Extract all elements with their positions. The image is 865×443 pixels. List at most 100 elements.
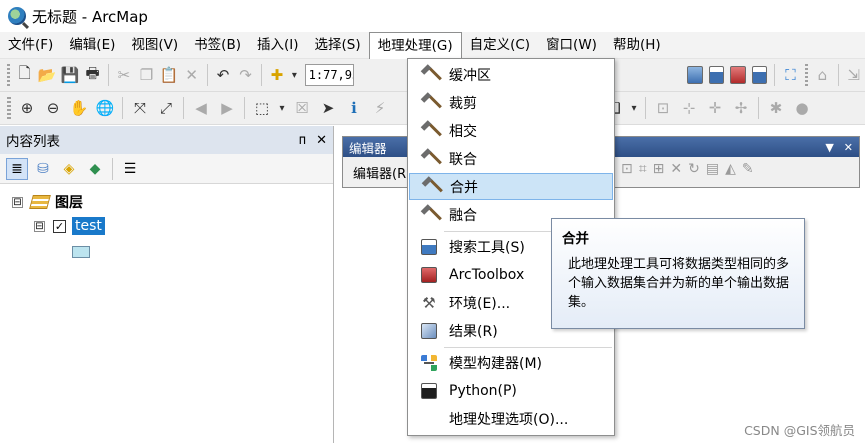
layers-root-label: 图层 <box>55 195 83 211</box>
attributes-icon[interactable]: ▤ <box>706 161 719 177</box>
toolbar-grip[interactable] <box>804 64 809 86</box>
snapping-icon[interactable]: ⊡ <box>652 97 674 119</box>
python-window-icon[interactable] <box>751 66 768 84</box>
hammer-icon <box>420 206 438 224</box>
edge-icon[interactable]: ✢ <box>730 97 752 119</box>
menu-windows[interactable]: 窗口(W) <box>538 32 605 59</box>
editor-toolbar-icon[interactable] <box>687 66 703 84</box>
collapse-icon[interactable]: ⊟ <box>34 220 45 232</box>
select-dropdown-icon[interactable]: ▾ <box>277 97 287 119</box>
menu-item-merge[interactable]: 合并 <box>409 173 613 200</box>
menu-item-python[interactable]: Python(P) <box>409 377 613 404</box>
back-extent-icon[interactable]: ◀ <box>190 97 212 119</box>
menu-file[interactable]: 文件(F) <box>0 32 61 59</box>
sphere-icon[interactable]: ● <box>791 97 813 119</box>
select-elements-arrow-icon[interactable]: ➤ <box>317 97 339 119</box>
fixed-zoom-in-icon[interactable]: ⤧ <box>129 97 151 119</box>
menu-selection[interactable]: 选择(S) <box>306 32 368 59</box>
layer-name[interactable]: test <box>72 217 105 235</box>
add-data-icon[interactable]: ✚ <box>268 64 287 86</box>
menu-item-clip[interactable]: 裁剪 <box>409 89 613 116</box>
list-by-selection-icon[interactable]: ◆ <box>84 158 106 180</box>
close-icon[interactable]: ✕ <box>844 141 853 154</box>
list-by-visibility-icon[interactable]: ◈ <box>58 158 80 180</box>
hyperlink-icon[interactable]: ⚡ <box>369 97 391 119</box>
copy-icon[interactable]: ❐ <box>137 64 156 86</box>
identify-icon[interactable]: ℹ <box>343 97 365 119</box>
georeference-icon[interactable]: ⇲ <box>845 64 864 86</box>
table-of-contents-panel: 内容列表 ᴨ ✕ ≣ ⛁ ◈ ◆ ☰ ⊟ 图层 ⊟ ✓ test <box>0 126 334 443</box>
edit-vertices-icon[interactable]: ⊡ <box>621 161 633 177</box>
menu-item-buffer[interactable]: 缓冲区 <box>409 61 613 88</box>
delete-icon[interactable]: ✕ <box>182 64 201 86</box>
close-icon[interactable]: ✕ <box>316 133 327 148</box>
hammer-icon <box>420 122 438 140</box>
menu-item-model-builder[interactable]: 模型构建器(M) <box>409 349 613 376</box>
cut-icon[interactable]: ✂ <box>115 64 134 86</box>
reshape-icon[interactable]: ⌗ <box>639 161 647 177</box>
split-icon[interactable]: ✕ <box>670 161 682 177</box>
open-folder-icon[interactable]: 📂 <box>38 64 57 86</box>
layers-root-row[interactable]: ⊟ 图层 <box>12 192 83 212</box>
layer-visibility-checkbox[interactable]: ✓ <box>53 219 66 233</box>
zoom-out-icon[interactable]: ⊖ <box>42 97 64 119</box>
menu-geoprocessing[interactable]: 地理处理(G) <box>368 31 462 60</box>
select-features-icon[interactable]: ⬚ <box>251 97 273 119</box>
menu-view[interactable]: 视图(V) <box>123 32 186 59</box>
toolbar-grip[interactable] <box>7 97 11 119</box>
table-of-contents-icon[interactable] <box>708 66 725 84</box>
toolbar-separator <box>206 64 208 86</box>
menu-item-union[interactable]: 联合 <box>409 145 613 172</box>
save-icon[interactable]: 💾 <box>61 64 80 86</box>
layer-symbol-swatch[interactable] <box>72 246 90 258</box>
toolbar-grip[interactable] <box>7 64 11 86</box>
map-scale-input[interactable]: 1:77,95 <box>304 64 355 86</box>
forward-extent-icon[interactable]: ▶ <box>216 97 238 119</box>
editor-menu-button[interactable]: 编辑器(R) <box>353 163 411 182</box>
create-features-icon[interactable]: ✎ <box>742 161 754 177</box>
full-extent-globe-icon[interactable]: 🌐 <box>94 97 116 119</box>
menu-item-intersect[interactable]: 相交 <box>409 117 613 144</box>
redo-icon[interactable]: ↷ <box>236 64 255 86</box>
arctoolbox-icon[interactable] <box>730 66 746 84</box>
window-title: 无标题 - ArcMap <box>32 7 148 26</box>
menu-edit[interactable]: 编辑(E) <box>61 32 123 59</box>
menu-bookmarks[interactable]: 书签(B) <box>186 32 249 59</box>
sketch-properties-icon[interactable]: ◭ <box>725 161 736 177</box>
intersection-icon[interactable]: ✱ <box>765 97 787 119</box>
toolbar-separator <box>260 64 262 86</box>
toc-options-icon[interactable]: ☰ <box>119 158 141 180</box>
collapse-icon[interactable]: ⊟ <box>12 196 23 208</box>
pin-icon[interactable]: ᴨ <box>299 133 306 148</box>
python-window-icon <box>421 382 437 399</box>
print-icon[interactable]: 🖶 <box>83 64 102 86</box>
undo-icon[interactable]: ↶ <box>214 64 233 86</box>
rotate-icon[interactable]: ↻ <box>688 161 700 177</box>
menu-help[interactable]: 帮助(H) <box>605 32 669 59</box>
toolbar-separator <box>244 97 245 119</box>
list-by-source-icon[interactable]: ⛁ <box>32 158 54 180</box>
cut-polygon-icon[interactable]: ⊞ <box>653 161 665 177</box>
toolbar-separator <box>107 64 109 86</box>
zoom-in-icon[interactable]: ⊕ <box>16 97 38 119</box>
pan-hand-icon[interactable]: ✋ <box>68 97 90 119</box>
vertex-icon[interactable]: ⊹ <box>678 97 700 119</box>
dropdown-icon[interactable]: ▼ <box>825 141 833 154</box>
menu-item-geoprocessing-options[interactable]: 地理处理选项(O)... <box>409 405 613 432</box>
toolbar-separator <box>122 97 123 119</box>
add-data-dropdown-icon[interactable]: ▾ <box>290 64 298 86</box>
toolbar-separator <box>837 64 839 86</box>
layer-row-test[interactable]: ⊟ ✓ test <box>34 217 105 235</box>
model-builder-icon[interactable]: ⛶ <box>781 64 800 86</box>
fixed-zoom-out-icon[interactable]: ⤢ <box>155 97 177 119</box>
watermark: CSDN @GIS领航员 <box>744 423 855 438</box>
list-by-drawing-order-icon[interactable]: ≣ <box>6 157 28 180</box>
menu-insert[interactable]: 插入(I) <box>249 32 307 59</box>
layout-icon[interactable]: ⌂ <box>813 64 832 86</box>
new-document-icon[interactable]: 🗋 <box>15 64 34 86</box>
paste-icon[interactable]: 📋 <box>160 64 179 86</box>
toolbar-options-icon[interactable]: ▾ <box>629 97 639 119</box>
menu-customize[interactable]: 自定义(C) <box>462 32 538 59</box>
clear-selection-icon[interactable]: ☒ <box>291 97 313 119</box>
midpoint-icon[interactable]: ✛ <box>704 97 726 119</box>
